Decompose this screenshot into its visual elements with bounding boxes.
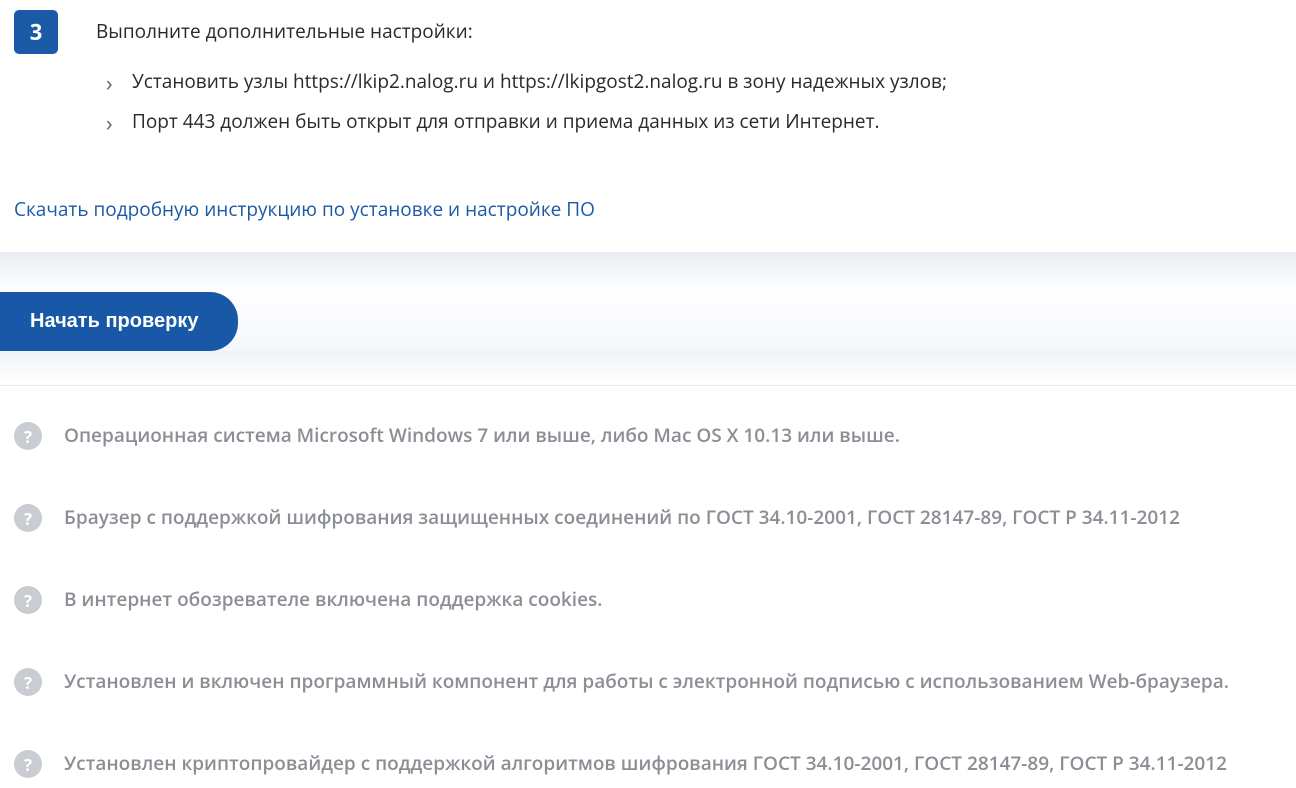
substep-item: Порт 443 должен быть открыт для отправки… [106, 108, 1282, 134]
checklist-section: ? Операционная система Microsoft Windows… [0, 385, 1296, 788]
step-content: Выполните дополнительные настройки: Уста… [96, 10, 1282, 148]
check-item: ? Браузер с поддержкой шифрования защище… [14, 504, 1282, 532]
question-icon: ? [14, 504, 42, 532]
check-text: Браузер с поддержкой шифрования защищенн… [64, 504, 1180, 531]
step-row: 3 Выполните дополнительные настройки: Ус… [14, 10, 1282, 148]
check-text: Операционная система Microsoft Windows 7… [64, 422, 900, 449]
step-intro-text: Выполните дополнительные настройки: [96, 18, 1282, 44]
check-text: Установлен и включен программный компоне… [64, 668, 1229, 695]
step-number-badge: 3 [14, 10, 58, 54]
substep-list: Установить узлы https://lkip2.nalog.ru и… [96, 68, 1282, 134]
section-separator [0, 252, 1296, 292]
check-item: ? Установлен криптопровайдер с поддержко… [14, 750, 1282, 778]
question-icon: ? [14, 586, 42, 614]
substep-item: Установить узлы https://lkip2.nalog.ru и… [106, 68, 1282, 94]
question-icon: ? [14, 750, 42, 778]
check-item: ? Установлен и включен программный компо… [14, 668, 1282, 696]
download-instructions-link[interactable]: Скачать подробную инструкцию по установк… [14, 196, 1282, 222]
step-section: 3 Выполните дополнительные настройки: Ус… [0, 0, 1296, 252]
check-item: ? В интернет обозревателе включена подде… [14, 586, 1282, 614]
start-check-button[interactable]: Начать проверку [0, 292, 238, 351]
checklist-separator [0, 351, 1296, 385]
check-item: ? Операционная система Microsoft Windows… [14, 422, 1282, 450]
question-icon: ? [14, 668, 42, 696]
check-text: Установлен криптопровайдер с поддержкой … [64, 750, 1227, 777]
check-text: В интернет обозревателе включена поддерж… [64, 586, 603, 613]
question-icon: ? [14, 422, 42, 450]
start-check-container: Начать проверку [0, 292, 1296, 351]
